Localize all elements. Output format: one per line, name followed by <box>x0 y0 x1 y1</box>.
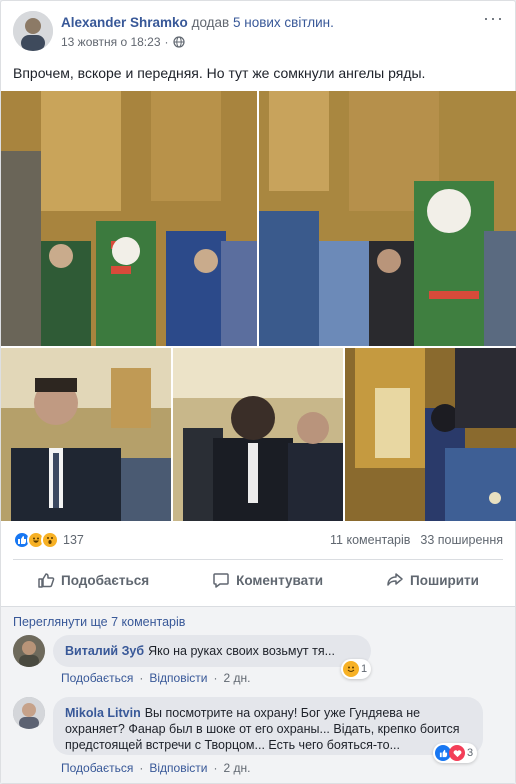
commenter-avatar[interactable] <box>13 697 45 729</box>
shares-count[interactable]: 33 поширення <box>420 533 503 547</box>
comment-button[interactable]: Коментувати <box>188 567 347 593</box>
photo-2[interactable] <box>259 91 516 346</box>
author-avatar[interactable] <box>13 11 53 51</box>
comments-section: Переглянути ще 7 коментарів Виталий Зуб Я… <box>1 606 515 783</box>
post-meta: 13 жовтня о 18:23 · <box>61 35 185 49</box>
smile-icon <box>343 661 359 677</box>
comment-text-line-2: охраняет? Фанар был в шоке от его охраны… <box>65 722 460 736</box>
photos-link[interactable]: 5 нових світлин. <box>233 15 334 30</box>
love-icon <box>449 745 465 761</box>
comment-reactions[interactable]: 1 <box>341 659 372 679</box>
comment-text: Яко на руках своих возьмут тя... <box>148 644 336 658</box>
comment-like-link[interactable]: Подобається <box>61 671 133 685</box>
reaction-count[interactable]: 137 <box>63 533 84 547</box>
comment-time[interactable]: 2 дн. <box>223 671 250 685</box>
comment-time[interactable]: 2 дн. <box>223 761 250 775</box>
commenter-name[interactable]: Mikola Litvin <box>65 706 141 720</box>
photo-grid <box>1 91 516 521</box>
like-button[interactable]: Подобається <box>13 567 173 593</box>
commenter-avatar[interactable] <box>13 635 45 667</box>
more-icon[interactable]: ··· <box>483 9 503 29</box>
photo-4[interactable] <box>173 348 343 521</box>
author-name[interactable]: Alexander Shramko <box>61 15 188 30</box>
comment-reactions[interactable]: 3 <box>433 743 478 763</box>
share-label: Поширити <box>410 572 479 588</box>
post-action: додав <box>191 15 230 30</box>
photo-5[interactable] <box>345 348 516 521</box>
comment-like-link[interactable]: Подобається <box>61 761 133 775</box>
post-header: Alexander Shramko додав 5 нових світлин.… <box>13 9 503 55</box>
like-label: Подобається <box>61 572 150 588</box>
reaction-icons[interactable] <box>13 531 59 549</box>
reaction-stats: 137 11 коментарів 33 поширення <box>13 531 503 549</box>
comment-icon <box>213 573 229 588</box>
comment-text-line-1: Вы посмотрите на охрану! Бог уже Гундяев… <box>144 706 421 720</box>
wow-icon <box>41 531 59 549</box>
post-actions: Подобається Коментувати Поширити <box>13 567 503 593</box>
comment-bubble: Виталий Зуб Яко на руках своих возьмут тя… <box>53 635 371 667</box>
comment-reaction-count: 1 <box>361 663 368 675</box>
post-text: Впрочем, вскоре и передняя. Но тут же со… <box>13 65 426 81</box>
share-icon <box>387 573 403 586</box>
photo-1[interactable] <box>1 91 257 346</box>
thumbs-up-icon <box>38 573 55 588</box>
comment-reaction-count: 3 <box>467 747 474 759</box>
comments-count[interactable]: 11 коментарів <box>330 533 410 547</box>
globe-icon <box>172 36 185 48</box>
comment-item: Виталий Зуб Яко на руках своих возьмут тя… <box>13 635 503 685</box>
view-more-comments[interactable]: Переглянути ще 7 коментарів <box>13 615 185 629</box>
photo-3[interactable] <box>1 348 171 521</box>
comment-reply-link[interactable]: Відповісти <box>149 671 207 685</box>
comment-text-line-3: предстоящей встречи с Творцом... Есть че… <box>65 738 400 752</box>
comment-actions: Подобається · Відповісти · 2 дн. <box>61 671 251 685</box>
divider <box>13 559 503 560</box>
post-timestamp[interactable]: 13 жовтня о 18:23 <box>61 35 161 49</box>
comment-label: Коментувати <box>236 572 324 588</box>
comment-item: Mikola Litvin Вы посмотрите на охрану! Бо… <box>13 697 503 781</box>
comment-share-stats: 11 коментарів 33 поширення <box>330 533 503 547</box>
share-button[interactable]: Поширити <box>362 567 503 593</box>
comment-reply-link[interactable]: Відповісти <box>149 761 207 775</box>
commenter-name[interactable]: Виталий Зуб <box>65 644 144 658</box>
comment-actions: Подобається · Відповісти · 2 дн. <box>61 761 251 775</box>
post-card: Alexander Shramko додав 5 нових світлин.… <box>0 0 516 784</box>
author-line: Alexander Shramko додав 5 нових світлин. <box>61 15 334 30</box>
comment-bubble: Mikola Litvin Вы посмотрите на охрану! Бо… <box>53 697 483 755</box>
